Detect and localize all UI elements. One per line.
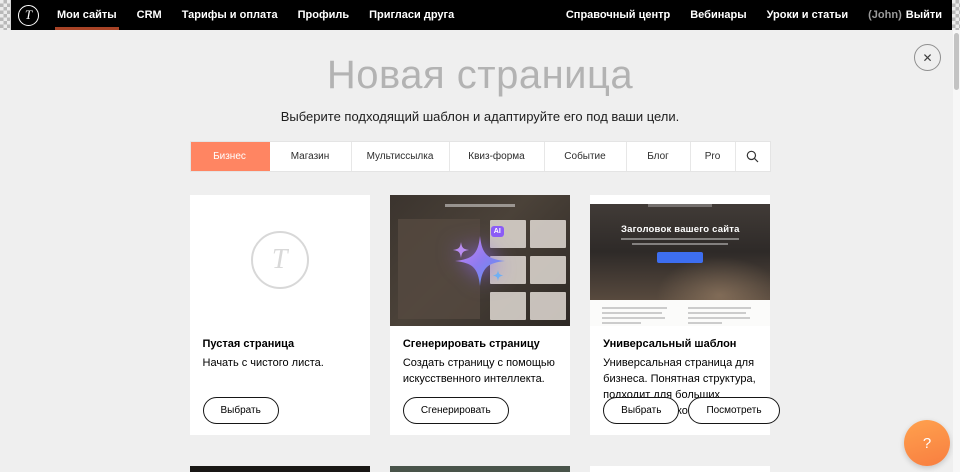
ai-badge: AI	[491, 226, 504, 237]
text-line	[602, 312, 662, 314]
tab-store[interactable]: Магазин	[270, 142, 352, 171]
text-line	[602, 317, 665, 319]
card-actions: Сгенерировать	[403, 397, 509, 424]
template-card-universal[interactable]: Заголовок вашего сайта	[590, 195, 770, 435]
close-button[interactable]: ✕	[914, 44, 941, 71]
preview-heading: Заголовок вашего сайта	[590, 224, 770, 235]
scrollbar-track[interactable]	[953, 30, 960, 472]
new-page-modal: ✕ Новая страница Выберите подходящий шаб…	[0, 30, 960, 472]
watermark-letter: T	[272, 244, 288, 276]
preview-nav-placeholder	[648, 204, 712, 207]
card-description: Начать с чистого листа.	[203, 356, 357, 372]
user-name: (John)	[858, 9, 902, 21]
nav-my-sites[interactable]: Мои сайты	[47, 0, 127, 30]
preview-cta-button	[657, 252, 703, 263]
template-preview	[190, 466, 370, 472]
universal-template-preview: Заголовок вашего сайта	[590, 195, 770, 326]
template-category-tabs: Бизнес Магазин Мультиссылка Квиз-форма С…	[190, 141, 771, 172]
text-line	[602, 322, 641, 324]
card-body: Сгенерировать страницу Создать страницу …	[390, 326, 570, 388]
nav-tariffs-payment[interactable]: Тарифы и оплата	[172, 0, 288, 30]
text-line	[688, 307, 751, 309]
template-card-partial[interactable]	[390, 466, 570, 472]
secondary-nav: Справочный центр Вебинары Уроки и статьи…	[556, 0, 960, 30]
logout-link[interactable]: Выйти	[902, 0, 942, 30]
placeholder-text-lines	[602, 307, 672, 326]
nav-crm[interactable]: CRM	[127, 0, 172, 30]
text-line	[621, 238, 739, 240]
template-card-ai-generate[interactable]: AI Сгенерировать страницу Создать страни…	[390, 195, 570, 435]
template-card-partial[interactable]	[190, 466, 370, 472]
template-cards-grid: T Пустая страница Начать с чистого листа…	[190, 195, 771, 472]
placeholder-text-lines	[688, 307, 758, 326]
card-actions: Выбрать Посмотреть	[603, 397, 779, 424]
text-line	[632, 243, 728, 245]
card-actions: Выбрать	[203, 397, 279, 424]
template-preview	[590, 466, 770, 472]
help-button[interactable]: ?	[904, 420, 950, 466]
nav-webinars[interactable]: Вебинары	[680, 0, 756, 30]
page-title: Новая страница	[0, 51, 960, 99]
template-preview	[390, 466, 570, 472]
ai-star-icon	[390, 195, 570, 326]
tab-blog[interactable]: Блог	[627, 142, 691, 171]
ai-generate-preview: AI	[390, 195, 570, 326]
nav-invite-friend[interactable]: Пригласи друга	[359, 0, 464, 30]
card-title: Пустая страница	[203, 338, 357, 350]
scrollbar-thumb[interactable]	[954, 33, 959, 90]
nav-help-center[interactable]: Справочный центр	[556, 0, 680, 30]
select-button[interactable]: Выбрать	[203, 397, 279, 424]
card-title: Сгенерировать страницу	[403, 338, 557, 350]
generate-button[interactable]: Сгенерировать	[403, 397, 509, 424]
preview-text-section	[590, 300, 770, 326]
text-line	[688, 322, 722, 324]
tab-search[interactable]	[736, 142, 770, 171]
tilda-watermark-icon: T	[251, 231, 309, 289]
tab-quiz-form[interactable]: Квиз-форма	[450, 142, 545, 171]
primary-nav: Мои сайты CRM Тарифы и оплата Профиль Пр…	[47, 0, 464, 30]
nav-lessons-articles[interactable]: Уроки и статьи	[757, 0, 859, 30]
left-edge-pattern	[0, 0, 11, 30]
text-line	[688, 317, 750, 319]
help-question-icon: ?	[923, 435, 931, 452]
tilda-logo-letter: T	[25, 7, 32, 23]
close-icon: ✕	[922, 51, 932, 65]
tab-business[interactable]: Бизнес	[191, 142, 270, 171]
nav-profile[interactable]: Профиль	[288, 0, 359, 30]
top-navigation-bar: T Мои сайты CRM Тарифы и оплата Профиль …	[0, 0, 960, 30]
text-line	[602, 307, 667, 309]
tab-multilink[interactable]: Мультиссылка	[352, 142, 450, 171]
card-body: Пустая страница Начать с чистого листа.	[190, 326, 370, 372]
tab-event[interactable]: Событие	[545, 142, 627, 171]
text-line	[688, 312, 746, 314]
card-title: Универсальный шаблон	[603, 338, 757, 350]
tilda-logo[interactable]: T	[18, 5, 39, 26]
card-description: Создать страницу с помощью искусственног…	[403, 356, 557, 388]
select-button[interactable]: Выбрать	[603, 397, 679, 424]
preview-hero: Заголовок вашего сайта	[590, 204, 770, 300]
template-card-blank-page[interactable]: T Пустая страница Начать с чистого листа…	[190, 195, 370, 435]
template-card-partial[interactable]	[590, 466, 770, 472]
right-edge-pattern	[952, 0, 960, 30]
search-icon	[746, 150, 759, 163]
view-button[interactable]: Посмотреть	[688, 397, 779, 424]
page-subtitle: Выберите подходящий шаблон и адаптируйте…	[0, 109, 960, 125]
tab-pro[interactable]: Pro	[691, 142, 736, 171]
blank-page-preview: T	[190, 195, 370, 326]
